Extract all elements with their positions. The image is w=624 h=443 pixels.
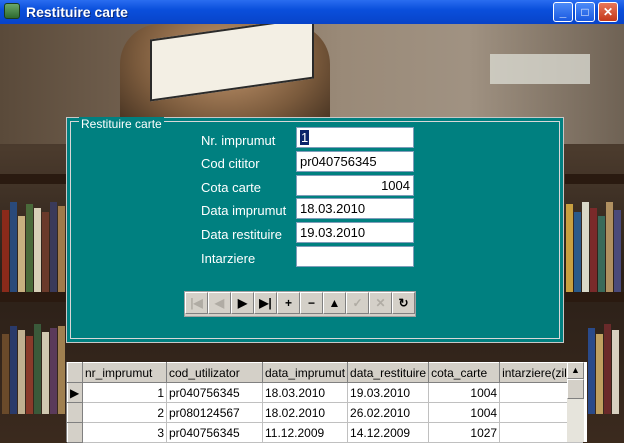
column-header[interactable]: cod_utilizator xyxy=(166,362,263,383)
next-record-icon[interactable]: ▶ xyxy=(231,292,254,314)
grid-cell[interactable]: 14.12.2009 xyxy=(347,422,430,443)
grid-cell[interactable]: 19.03.2010 xyxy=(347,382,430,403)
column-header[interactable]: data_imprumut xyxy=(261,362,349,383)
grid-cell[interactable]: 2 xyxy=(82,402,167,423)
last-record-icon[interactable]: ▶| xyxy=(254,292,277,314)
insert-record-icon[interactable]: + xyxy=(277,292,300,314)
post-record-icon[interactable]: ✓ xyxy=(346,292,369,314)
label-intarziere: Intarziere xyxy=(201,251,256,266)
group-label: Restituire carte xyxy=(79,117,164,131)
table-row[interactable]: 2 pr080124567 18.02.2010 26.02.2010 1004 xyxy=(67,402,584,423)
record-navigator: |◀ ◀ ▶ ▶| + − ▲ ✓ ✕ ↻ xyxy=(184,291,416,317)
grid-cell[interactable]: pr080124567 xyxy=(166,402,263,423)
label-data-restituire: Data restituire xyxy=(201,227,282,242)
column-header[interactable]: nr_imprumut xyxy=(82,362,167,383)
minimize-icon[interactable]: _ xyxy=(553,2,573,22)
prior-record-icon[interactable]: ◀ xyxy=(208,292,231,314)
records-grid[interactable]: nr_imprumut cod_utilizator data_imprumut… xyxy=(66,362,587,443)
cod-cititor-field[interactable]: pr040756345 xyxy=(296,151,414,172)
row-indicator xyxy=(67,402,83,423)
grid-vertical-scrollbar[interactable]: ▲ xyxy=(567,362,584,442)
grid-cell[interactable]: 3 xyxy=(82,422,167,443)
grid-cell[interactable]: pr040756345 xyxy=(166,422,263,443)
column-header[interactable]: cota_carte xyxy=(428,362,501,383)
cota-carte-field[interactable]: 1004 xyxy=(296,175,414,196)
label-cota-carte: Cota carte xyxy=(201,180,261,195)
delete-record-icon[interactable]: − xyxy=(300,292,323,314)
app-icon[interactable] xyxy=(4,3,20,19)
scroll-thumb[interactable] xyxy=(567,379,584,399)
grid-cell[interactable]: 26.02.2010 xyxy=(347,402,430,423)
restituire-panel: Restituire carte Nr. imprumut 1 Cod citi… xyxy=(66,117,564,343)
data-restituire-field[interactable]: 19.03.2010 xyxy=(296,222,414,243)
grid-cell[interactable]: pr040756345 xyxy=(166,382,263,403)
table-row[interactable]: 3 pr040756345 11.12.2009 14.12.2009 1027 xyxy=(67,422,584,443)
label-data-imprumut: Data imprumut xyxy=(201,203,287,218)
table-row[interactable]: ▶ 1 pr040756345 18.03.2010 19.03.2010 10… xyxy=(67,382,584,403)
maximize-icon[interactable]: □ xyxy=(575,2,595,22)
intarziere-field[interactable] xyxy=(296,246,414,267)
title-bar: Restituire carte _ □ ✕ xyxy=(0,0,624,24)
column-header[interactable]: data_restituire xyxy=(347,362,430,383)
row-indicator xyxy=(67,422,83,443)
first-record-icon[interactable]: |◀ xyxy=(185,292,208,314)
nr-imprumut-field[interactable]: 1 xyxy=(296,127,414,148)
grid-cell[interactable]: 18.03.2010 xyxy=(261,382,349,403)
scroll-up-icon[interactable]: ▲ xyxy=(567,362,584,379)
label-cod-cititor: Cod cititor xyxy=(201,156,260,171)
close-icon[interactable]: ✕ xyxy=(598,2,618,22)
grid-cell[interactable]: 1027 xyxy=(428,422,501,443)
edit-record-icon[interactable]: ▲ xyxy=(323,292,346,314)
cancel-record-icon[interactable]: ✕ xyxy=(369,292,392,314)
grid-header-row: nr_imprumut cod_utilizator data_imprumut… xyxy=(67,362,584,383)
grid-cell[interactable]: 1 xyxy=(82,382,167,403)
grid-cell[interactable]: 1004 xyxy=(428,402,501,423)
grid-corner xyxy=(67,362,83,383)
window-title: Restituire carte xyxy=(26,4,128,20)
current-row-indicator: ▶ xyxy=(67,382,83,403)
label-nr-imprumut: Nr. imprumut xyxy=(201,133,276,148)
grid-cell[interactable]: 11.12.2009 xyxy=(261,422,349,443)
data-imprumut-field[interactable]: 18.03.2010 xyxy=(296,198,414,219)
refresh-record-icon[interactable]: ↻ xyxy=(392,292,415,314)
grid-cell[interactable]: 1004 xyxy=(428,382,501,403)
grid-cell[interactable]: 18.02.2010 xyxy=(261,402,349,423)
